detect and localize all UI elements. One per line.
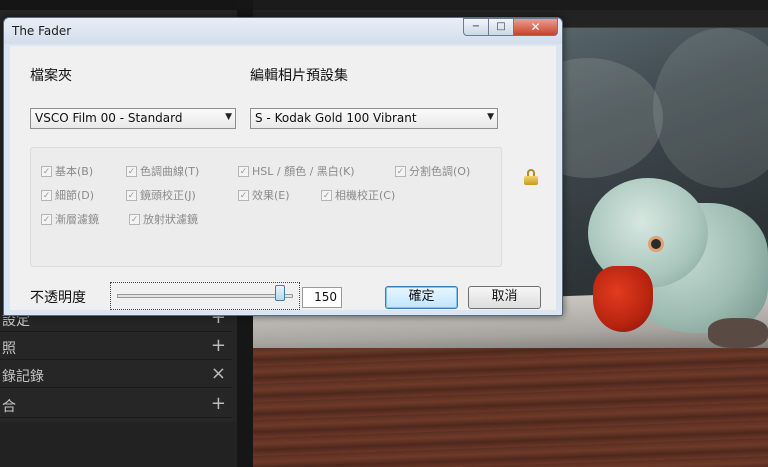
opacity-slider[interactable] bbox=[110, 282, 300, 310]
checkbox-icon: ✓ bbox=[238, 165, 249, 177]
checkbox-label: 細節(D) bbox=[55, 189, 95, 202]
slider-thumb[interactable] bbox=[274, 285, 285, 301]
checkbox-label: 鏡頭校正(J) bbox=[140, 189, 196, 202]
checkbox-effects[interactable]: ✓ 效果(E) bbox=[238, 187, 290, 203]
checkbox-icon: ✓ bbox=[238, 189, 249, 201]
checkbox-basic[interactable]: ✓ 基本(B) bbox=[41, 163, 93, 179]
checkbox-icon: ✓ bbox=[41, 213, 52, 225]
lock-icon[interactable] bbox=[524, 169, 538, 185]
panel-snapshots[interactable]: 照 + bbox=[0, 334, 232, 360]
dialog-titlebar[interactable]: The Fader − □ ✕ bbox=[4, 18, 562, 44]
checkbox-label: 漸層濾鏡 bbox=[55, 213, 99, 226]
lock-body bbox=[524, 176, 538, 185]
chevron-down-icon: ▼ bbox=[225, 112, 232, 122]
wood-rail bbox=[253, 348, 768, 467]
opacity-value-input[interactable]: 150 bbox=[302, 287, 342, 308]
preset-select[interactable]: S - Kodak Gold 100 Vibrant ▼ bbox=[250, 108, 498, 129]
checkbox-label: 分割色調(O) bbox=[409, 165, 471, 178]
checkbox-label: 放射狀濾鏡 bbox=[143, 213, 198, 226]
top-strip bbox=[0, 0, 240, 10]
panel-label: 合 bbox=[2, 399, 16, 415]
parrot-eye bbox=[648, 236, 664, 252]
close-button[interactable]: ✕ bbox=[513, 18, 558, 36]
checkbox-hsl[interactable]: ✓ HSL / 顏色 / 黑白(K) bbox=[238, 163, 355, 179]
chevron-down-icon: ▼ bbox=[487, 112, 494, 122]
checkbox-graduated-filter[interactable]: ✓ 漸層濾鏡 bbox=[41, 211, 99, 227]
opacity-label: 不透明度 bbox=[30, 290, 86, 306]
panel-clear-icon[interactable]: × bbox=[211, 363, 226, 384]
preset-select-value: S - Kodak Gold 100 Vibrant bbox=[255, 111, 417, 125]
parrot-beak bbox=[593, 266, 653, 332]
window-controls: − □ ✕ bbox=[463, 18, 558, 36]
preset-label: 編輯相片預設集 bbox=[250, 68, 348, 84]
checkbox-label: 效果(E) bbox=[252, 189, 290, 202]
panel-history[interactable]: 錄記錄 × bbox=[0, 362, 232, 388]
checkbox-icon: ✓ bbox=[126, 189, 137, 201]
checkbox-label: 基本(B) bbox=[55, 165, 94, 178]
parrot-foot bbox=[708, 318, 768, 348]
checkbox-tone-curve[interactable]: ✓ 色調曲線(T) bbox=[126, 163, 199, 179]
slider-track bbox=[117, 294, 293, 298]
maximize-button[interactable]: □ bbox=[488, 18, 513, 36]
dialog-body: 檔案夾 編輯相片預設集 VSCO Film 00 - Standard ▼ S … bbox=[10, 46, 556, 310]
folder-select[interactable]: VSCO Film 00 - Standard ▼ bbox=[30, 108, 236, 129]
panel-label: 錄記錄 bbox=[2, 369, 44, 385]
checkbox-label: 相機校正(C) bbox=[335, 189, 396, 202]
checkbox-label: 色調曲線(T) bbox=[140, 165, 200, 178]
panel-label: 照 bbox=[2, 341, 16, 357]
settings-group: ✓ 基本(B) ✓ 色調曲線(T) ✓ HSL / 顏色 / 黑白(K) ✓ 分… bbox=[30, 147, 502, 267]
ok-button[interactable]: 確定 bbox=[385, 286, 458, 309]
checkbox-icon: ✓ bbox=[41, 165, 52, 177]
minimize-button[interactable]: − bbox=[463, 18, 488, 36]
dialog-title: The Fader bbox=[12, 24, 72, 38]
checkbox-lens-corrections[interactable]: ✓ 鏡頭校正(J) bbox=[126, 187, 196, 203]
checkbox-camera-calibration[interactable]: ✓ 相機校正(C) bbox=[321, 187, 395, 203]
checkbox-radial-filter[interactable]: ✓ 放射狀濾鏡 bbox=[129, 211, 198, 227]
checkbox-icon: ✓ bbox=[395, 165, 406, 177]
checkbox-icon: ✓ bbox=[41, 189, 52, 201]
cancel-button[interactable]: 取消 bbox=[468, 286, 541, 309]
panel-add-icon[interactable]: + bbox=[211, 393, 226, 414]
folder-label: 檔案夾 bbox=[30, 68, 72, 84]
checkbox-icon: ✓ bbox=[129, 213, 140, 225]
checkbox-icon: ✓ bbox=[126, 165, 137, 177]
checkbox-detail[interactable]: ✓ 細節(D) bbox=[41, 187, 94, 203]
bokeh bbox=[653, 28, 768, 188]
panel-fill bbox=[0, 422, 238, 467]
checkbox-label: HSL / 顏色 / 黑白(K) bbox=[252, 165, 355, 178]
checkbox-split-toning[interactable]: ✓ 分割色調(O) bbox=[395, 163, 470, 179]
fader-dialog: The Fader − □ ✕ 檔案夾 編輯相片預設集 VSCO Film 00… bbox=[3, 17, 563, 316]
folder-select-value: VSCO Film 00 - Standard bbox=[35, 111, 183, 125]
panel-add-icon[interactable]: + bbox=[211, 335, 226, 356]
checkbox-icon: ✓ bbox=[321, 189, 332, 201]
panel-collections[interactable]: 合 + bbox=[0, 392, 232, 418]
